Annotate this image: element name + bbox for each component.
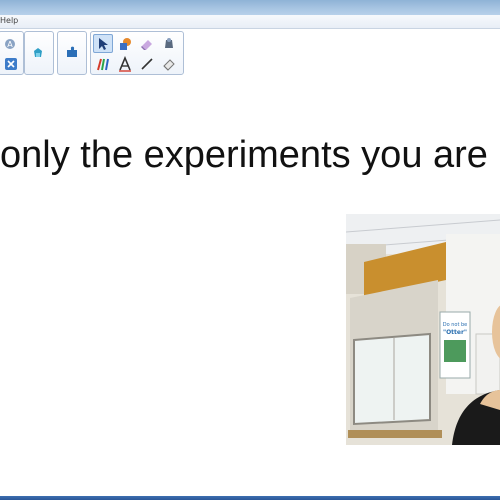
eraser-tool-icon[interactable]: [159, 54, 179, 73]
shapes-icon[interactable]: [115, 34, 135, 53]
line-icon[interactable]: [137, 54, 157, 73]
menubar: Help: [0, 15, 500, 29]
toolbar-group-file: A: [0, 31, 24, 75]
menu-help[interactable]: Help: [0, 16, 18, 25]
window-titlebar: [0, 0, 500, 15]
puzzle-icon[interactable]: [62, 43, 82, 62]
creative-pens-icon[interactable]: [93, 54, 113, 73]
fill-icon[interactable]: [159, 34, 179, 53]
svg-text:A: A: [7, 40, 13, 49]
webcam-scene: Do not be "Otter": [346, 214, 500, 445]
poster-line-1: Do not be: [443, 322, 468, 328]
toolbar-group-page: [24, 31, 54, 75]
poster-line-2: "Otter": [443, 329, 467, 336]
select-arrow-icon[interactable]: [93, 34, 113, 53]
pen-tray-icon[interactable]: [28, 43, 48, 62]
toolbar-group-tools: [90, 31, 184, 75]
webcam-video: Do not be "Otter": [346, 214, 500, 445]
text-recognition-icon[interactable]: A: [1, 34, 21, 53]
close-icon[interactable]: [1, 54, 21, 73]
taskbar: [0, 496, 500, 500]
toolbar: A: [0, 29, 500, 77]
slide-text: only the experiments you are: [0, 134, 488, 176]
eraser-icon[interactable]: [137, 34, 157, 53]
text-icon[interactable]: [115, 54, 135, 73]
toolbar-group-puzzle: [57, 31, 87, 75]
